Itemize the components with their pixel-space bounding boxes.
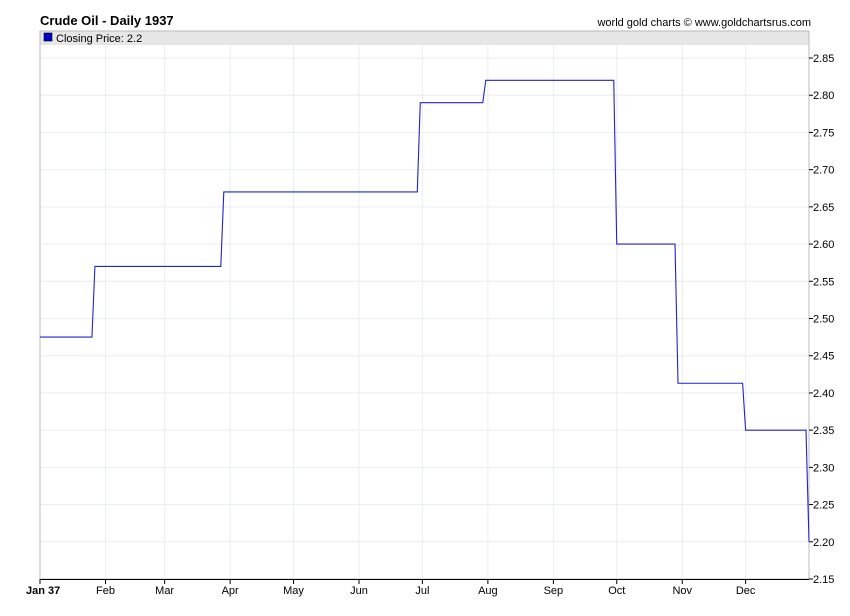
y-tick-label: 2.85 bbox=[813, 53, 834, 65]
grid-lines bbox=[40, 31, 809, 579]
x-tick-label: Mar bbox=[155, 585, 174, 597]
x-axis: Jan 37 Feb Mar Apr May Jun Jul Aug Sep Oct Nov Dec bbox=[26, 579, 756, 597]
y-axis: 2.85 2.80 2.75 2.70 2.65 2.60 2.55 2.50 2.45 2.40… bbox=[809, 53, 834, 586]
x-tick-label: Aug bbox=[478, 585, 498, 597]
x-tick-label: Nov bbox=[672, 585, 692, 597]
legend-bar bbox=[40, 31, 809, 45]
chart-title: Crude Oil - Daily 1937 bbox=[40, 13, 174, 28]
chart-credit: world gold charts © www.goldchartsrus.co… bbox=[596, 17, 811, 29]
y-tick-label: 2.50 bbox=[813, 314, 834, 326]
crude-oil-chart: Crude Oil - Daily 1937 world gold charts… bbox=[26, 13, 834, 597]
y-tick-label: 2.55 bbox=[813, 276, 834, 288]
y-tick-label: 2.45 bbox=[813, 351, 834, 363]
legend-swatch bbox=[43, 32, 53, 42]
x-tick-label: Jun bbox=[350, 585, 368, 597]
x-tick-label: Feb bbox=[96, 585, 115, 597]
x-tick-label: Jul bbox=[415, 585, 429, 597]
y-tick-label: 2.60 bbox=[813, 239, 834, 251]
y-tick-label: 2.35 bbox=[813, 425, 834, 437]
series-line bbox=[40, 79, 810, 542]
x-tick-label: May bbox=[283, 585, 304, 597]
legend-label: Closing Price: 2.2 bbox=[56, 33, 142, 45]
y-tick-label: 2.75 bbox=[813, 127, 834, 139]
x-tick-label: Jan 37 bbox=[26, 585, 60, 597]
y-tick-label: 2.70 bbox=[813, 165, 834, 177]
y-tick-label: 2.30 bbox=[813, 462, 834, 474]
x-tick-label: Sep bbox=[544, 585, 564, 597]
x-tick-label: Apr bbox=[222, 585, 239, 597]
y-tick-label: 2.65 bbox=[813, 202, 834, 214]
plot-frame bbox=[39, 30, 810, 580]
y-tick-label: 2.20 bbox=[813, 537, 834, 549]
y-tick-label: 2.15 bbox=[813, 574, 834, 586]
y-tick-label: 2.25 bbox=[813, 500, 834, 512]
price-series bbox=[39, 79, 810, 542]
y-tick-label: 2.40 bbox=[813, 388, 834, 400]
x-tick-label: Oct bbox=[608, 585, 625, 597]
x-tick-label: Dec bbox=[736, 585, 756, 597]
y-tick-label: 2.80 bbox=[813, 90, 834, 102]
